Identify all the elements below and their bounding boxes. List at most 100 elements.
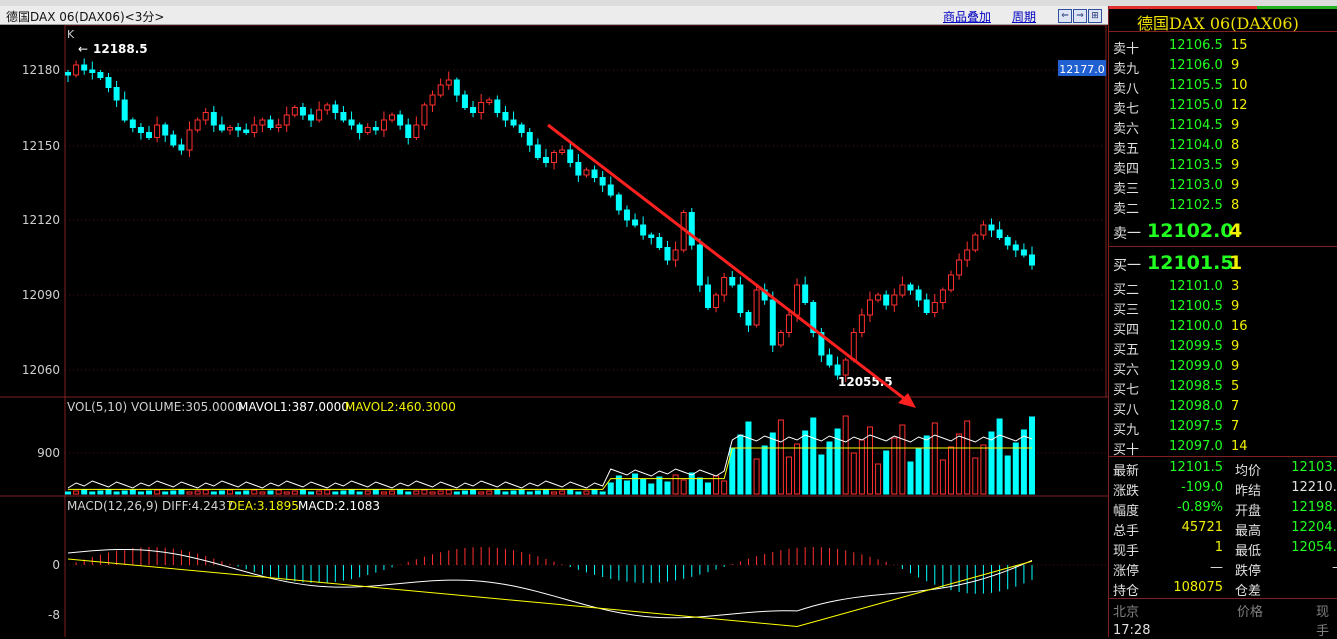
stat-l2: 最高: [1235, 524, 1262, 539]
candle-body: [389, 114, 396, 121]
ticks-place-header: 北京: [1113, 605, 1140, 620]
quote-panel-header: 德国DAX 06(DAX06): [1109, 6, 1337, 33]
vol-header: VOL(5,10) VOLUME:305.0000: [67, 400, 243, 414]
volume-bar: [518, 489, 525, 495]
macd-axis-label: 0: [52, 558, 60, 572]
bid-row[interactable]: 买九 12097.5 7: [1109, 419, 1337, 439]
candle-body: [777, 332, 784, 346]
volume-bar: [251, 489, 258, 495]
overlay-commodity-link[interactable]: 商品叠加: [943, 8, 991, 25]
stats-row: 幅度 -0.89% 开盘 12198.0: [1109, 500, 1337, 520]
volume-bar: [494, 489, 501, 495]
candle-body: [632, 219, 639, 226]
ask-row[interactable]: 卖七 12105.0 12: [1109, 98, 1337, 118]
ask-row[interactable]: 卖三 12103.0 9: [1109, 178, 1337, 198]
volume-bar: [340, 490, 347, 495]
stat-v1: 1: [1214, 540, 1223, 555]
ask-qty: 8: [1231, 138, 1240, 153]
candle-body: [324, 104, 331, 111]
kline-chart[interactable]: 12180 12150 12120 12090 12060 900 0 -8 K← 12188.5…: [0, 25, 1108, 637]
ask1-row[interactable]: 卖一 12102.0 4: [1109, 220, 1337, 242]
bid-price: 12098.5: [1169, 379, 1223, 394]
candle-body: [267, 119, 274, 128]
bid-row[interactable]: 买三 12100.5 9: [1109, 299, 1337, 319]
stat-l2: 跌停: [1235, 564, 1262, 579]
candle-body: [656, 237, 663, 248]
bid-label: 买四: [1113, 323, 1140, 338]
volume-bar: [883, 450, 890, 495]
ask-row[interactable]: 卖九 12106.0 9: [1109, 58, 1337, 78]
candle-body: [1004, 237, 1011, 246]
bid1-label: 买一: [1113, 258, 1141, 274]
volume-bar: [291, 490, 298, 495]
volume-bar: [227, 489, 234, 495]
volume-bar: [802, 430, 809, 495]
candle-body: [866, 299, 873, 316]
candle-body: [332, 104, 339, 113]
ask-row[interactable]: 卖十 12106.5 15: [1109, 38, 1337, 58]
macd-value: MACD:2.1083: [298, 499, 380, 513]
volume-bar: [972, 457, 979, 495]
candle-body: [850, 332, 857, 361]
ask-row[interactable]: 卖四 12103.5 9: [1109, 158, 1337, 178]
bid-row[interactable]: 买五 12099.5 9: [1109, 339, 1337, 359]
bid-price: 12097.5: [1169, 419, 1223, 434]
bid-row[interactable]: 买四 12100.0 16: [1109, 319, 1337, 339]
candle-body: [65, 72, 71, 76]
candle-body: [575, 162, 582, 176]
volume-bar: [259, 491, 266, 495]
ask-price: 12103.5: [1169, 158, 1223, 173]
bid1-row[interactable]: 买一 12101.5 1: [1109, 252, 1337, 274]
zoom-icon[interactable]: ⊞: [1088, 9, 1102, 23]
volume-bar: [202, 489, 209, 495]
scroll-left-icon[interactable]: ⇐: [1058, 9, 1072, 23]
bid-row[interactable]: 买七 12098.5 5: [1109, 379, 1337, 399]
bid-row[interactable]: 买二 12101.0 3: [1109, 279, 1337, 299]
candle-body: [97, 72, 104, 78]
volume-bar: [364, 490, 371, 495]
candle-body: [745, 312, 752, 326]
volume-bar: [672, 474, 679, 495]
bid-row[interactable]: 买六 12099.0 9: [1109, 359, 1337, 379]
scroll-right-icon[interactable]: ⇒: [1073, 9, 1087, 23]
stat-v2: 12054.0: [1291, 540, 1337, 555]
bid-label: 买三: [1113, 303, 1140, 318]
quote-panel: 德国DAX 06(DAX06) 卖十 12106.5 15 卖九 12106.0 9 卖八 1…: [1108, 6, 1337, 639]
candle-body: [688, 212, 695, 246]
volume-bar: [178, 489, 185, 495]
period-link[interactable]: 周期: [1012, 8, 1036, 25]
ask-row[interactable]: 卖五 12104.0 8: [1109, 138, 1337, 158]
bid-price: 12101.0: [1169, 279, 1223, 294]
candle-body: [380, 119, 387, 131]
volume-bar: [956, 433, 963, 495]
bid-row[interactable]: 买八 12098.0 7: [1109, 399, 1337, 419]
ask-row[interactable]: 卖六 12104.5 9: [1109, 118, 1337, 138]
stat-v1: 108075: [1173, 580, 1223, 595]
ask-row[interactable]: 卖八 12105.5 10: [1109, 78, 1337, 98]
candle-body: [283, 114, 290, 126]
candle-body: [696, 244, 703, 286]
candle-body: [178, 144, 185, 151]
volume-bar: [299, 489, 306, 495]
volume-bar: [640, 478, 647, 495]
stats-row: 现手 1 最低 12054.0: [1109, 540, 1337, 560]
ask-label: 卖九: [1113, 62, 1140, 77]
volume-bar: [356, 491, 363, 495]
candle-body: [186, 129, 193, 151]
candle-body: [170, 134, 177, 146]
candle-body: [291, 107, 298, 116]
candle-body: [502, 112, 509, 121]
volume-bar: [332, 491, 339, 495]
stat-l2: 均价: [1235, 464, 1262, 479]
bid-qty: 16: [1231, 319, 1248, 334]
volume-bar: [453, 491, 460, 495]
candle-body: [858, 314, 865, 333]
ask-qty: 10: [1231, 78, 1248, 93]
volume-bar: [267, 490, 274, 495]
volume-bar: [218, 490, 225, 495]
candle-body: [648, 234, 655, 238]
candle-body: [146, 132, 153, 138]
volume-bar: [818, 454, 825, 495]
ask-row[interactable]: 卖二 12102.5 8: [1109, 198, 1337, 218]
volume-bar: [65, 491, 71, 495]
